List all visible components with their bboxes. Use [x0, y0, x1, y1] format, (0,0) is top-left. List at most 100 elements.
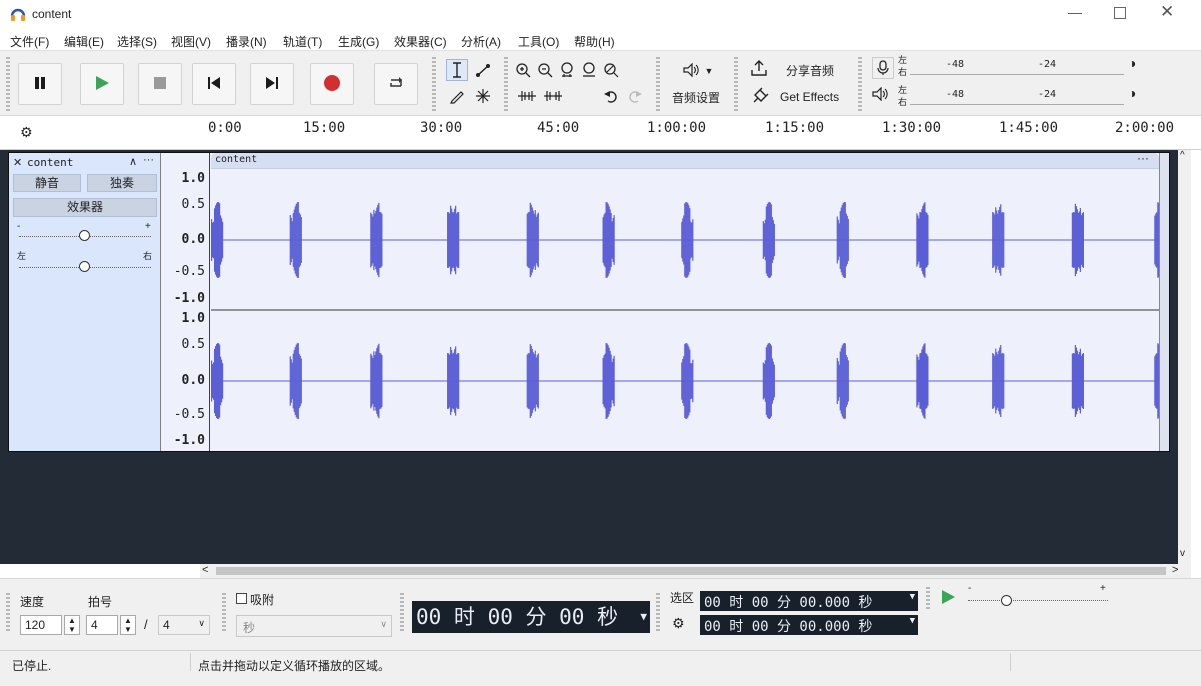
scroll-right-icon[interactable]: >	[1172, 564, 1178, 576]
fit-selection-icon[interactable]	[556, 59, 578, 81]
meter-grip[interactable]	[858, 57, 862, 111]
zoom-out-icon[interactable]	[534, 59, 556, 81]
tools-grip[interactable]	[432, 57, 436, 111]
selection-settings-gear-icon[interactable]: ⚙	[672, 615, 685, 632]
menu-effects[interactable]: 效果器(C)	[394, 33, 447, 50]
audio-setup-label[interactable]: 音频设置	[672, 89, 720, 106]
tempo-input[interactable]: 120	[20, 615, 62, 635]
scale-label: 1.0	[181, 311, 205, 326]
gain-slider-thumb[interactable]	[79, 230, 90, 241]
playback-speed-track[interactable]	[968, 600, 1108, 601]
menu-select[interactable]: 选择(S)	[117, 33, 157, 50]
mute-button[interactable]: 静音	[13, 174, 81, 192]
menu-help[interactable]: 帮助(H)	[574, 33, 615, 50]
menu-analyze[interactable]: 分析(A)	[461, 33, 501, 50]
selection-start-display[interactable]: 00 时 00 分 00.000 秒 ▼	[700, 591, 918, 611]
play-button[interactable]	[80, 63, 124, 105]
selection-tool-icon[interactable]	[446, 59, 468, 81]
play-at-speed-icon[interactable]	[940, 589, 956, 608]
clip-menu-icon[interactable]: ···	[1137, 151, 1149, 165]
track-name[interactable]: content	[27, 156, 73, 169]
waveform[interactable]	[211, 169, 1159, 451]
share-grip[interactable]	[734, 57, 738, 111]
zoom-toggle-icon[interactable]	[600, 59, 622, 81]
audio-clip[interactable]: content ···	[211, 151, 1159, 451]
tempo-grip[interactable]	[6, 593, 10, 633]
vertical-scrollbar[interactable]: ^ v	[1178, 150, 1191, 564]
scroll-left-icon[interactable]: <	[202, 564, 208, 576]
horizontal-scrollbar[interactable]: < >	[200, 564, 1191, 578]
tempo-stepper[interactable]: ▲ ▼	[64, 615, 80, 635]
clip-header[interactable]: content ···	[211, 151, 1159, 169]
scroll-down-icon[interactable]: v	[1180, 548, 1185, 559]
menu-record[interactable]: 播录(N)	[226, 33, 267, 50]
chevron-down-icon[interactable]: ▼	[910, 616, 915, 626]
zoom-in-icon[interactable]	[512, 59, 534, 81]
scroll-thumb[interactable]	[216, 567, 1166, 575]
selection-end-display[interactable]: 00 时 00 分 00.000 秒 ▼	[700, 615, 918, 635]
track-menu-icon[interactable]: ···	[143, 154, 154, 166]
rec-level-slider-icon[interactable]: ◑	[1128, 55, 1136, 71]
skip-start-button[interactable]	[192, 63, 236, 105]
track-resize-edge[interactable]	[1159, 153, 1169, 451]
clip-name[interactable]: content	[215, 154, 257, 165]
play-level-slider-icon[interactable]: ◑	[1128, 85, 1136, 101]
time-format-dropdown-icon[interactable]: ▼	[640, 603, 647, 631]
stop-button[interactable]	[138, 63, 182, 105]
menu-tracks[interactable]: 轨道(T)	[283, 33, 322, 50]
timeline-settings-gear-icon[interactable]: ⚙	[20, 124, 33, 141]
record-button[interactable]	[310, 63, 354, 105]
snap-label[interactable]: 吸附	[250, 591, 274, 608]
pan-slider-thumb[interactable]	[79, 261, 90, 272]
toolbar-grip[interactable]	[6, 57, 10, 111]
recording-meter[interactable]: -48 -24	[910, 57, 1124, 75]
effects-button[interactable]: 效果器	[13, 198, 157, 217]
menu-generate[interactable]: 生成(G)	[338, 33, 379, 50]
timeline-ruler[interactable]: ⚙ 0:00 15:00 30:00 45:00 1:00:00 1:15:00…	[0, 116, 1201, 150]
playback-speed-thumb[interactable]	[1001, 595, 1013, 606]
loop-button[interactable]	[374, 63, 418, 105]
time-grip[interactable]	[400, 593, 404, 633]
edit-grip[interactable]	[504, 57, 508, 111]
play-at-speed-grip[interactable]	[926, 587, 930, 611]
silence-icon[interactable]	[542, 85, 564, 107]
meter-upper-stepper[interactable]: ▲ ▼	[120, 615, 136, 635]
chevron-down-icon[interactable]: ▼	[910, 592, 915, 602]
selection-grip[interactable]	[656, 593, 660, 633]
amplitude-scale[interactable]: 1.0 0.5 0.0 -0.5 -1.0 1.0 0.5 0.0 -0.5 -…	[162, 153, 210, 451]
playback-meter[interactable]: -48 -24	[910, 87, 1124, 105]
menu-edit[interactable]: 编辑(E)	[64, 33, 104, 50]
undo-icon[interactable]	[600, 85, 622, 107]
meter-upper-input[interactable]: 4	[86, 615, 118, 635]
snap-unit-select[interactable]: 秒 ∨	[236, 615, 392, 637]
menu-file[interactable]: 文件(F)	[10, 33, 49, 50]
share-audio-button[interactable]: 分享音频	[746, 57, 856, 81]
snap-grip[interactable]	[222, 593, 226, 633]
fit-project-icon[interactable]	[578, 59, 600, 81]
time-display[interactable]: 00 时 00 分 00 秒 ▼	[412, 601, 650, 633]
pause-button[interactable]	[18, 63, 62, 105]
track-collapse-icon[interactable]: ∧	[129, 155, 137, 168]
scroll-up-icon[interactable]: ^	[1180, 150, 1185, 161]
close-icon[interactable]: ✕	[1160, 2, 1174, 22]
trim-icon[interactable]	[516, 85, 538, 107]
snap-checkbox[interactable]	[236, 593, 247, 604]
solo-button[interactable]: 独奏	[87, 174, 157, 192]
multi-tool-icon[interactable]	[472, 85, 494, 107]
menu-view[interactable]: 视图(V)	[171, 33, 211, 50]
draw-tool-icon[interactable]	[446, 85, 468, 107]
play-meter-right-label: 右	[898, 97, 908, 107]
skip-end-button[interactable]	[250, 63, 294, 105]
meter-lower-select[interactable]: 4 ∨	[158, 615, 210, 635]
microphone-icon[interactable]	[872, 57, 894, 79]
track-close-icon[interactable]: ✕	[13, 156, 22, 169]
maximize-icon[interactable]	[1114, 7, 1126, 19]
audio-setup-button[interactable]: ▼	[668, 59, 728, 83]
minimize-icon[interactable]: —	[1068, 4, 1082, 20]
audio-setup-grip[interactable]	[656, 57, 660, 111]
get-effects-button[interactable]: Get Effects	[746, 83, 856, 109]
menu-tools[interactable]: 工具(O)	[518, 33, 559, 50]
redo-icon[interactable]	[624, 85, 646, 107]
playback-speaker-icon[interactable]	[872, 86, 890, 104]
envelope-tool-icon[interactable]	[472, 59, 494, 81]
